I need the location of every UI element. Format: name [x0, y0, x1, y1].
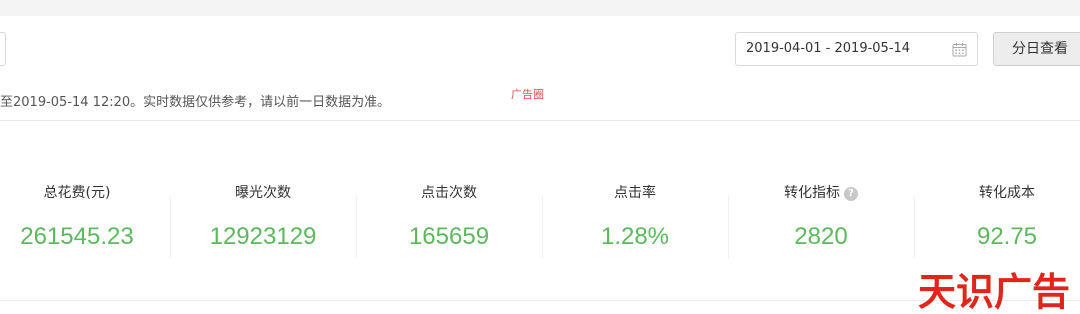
- metric-value: 165659: [408, 223, 490, 250]
- metric-label: 转化指标: [784, 185, 840, 201]
- top-strip: [0, 0, 1080, 16]
- metric-label: 点击率: [614, 185, 656, 201]
- watermark-logo: 天识广告: [918, 270, 1071, 314]
- calendar-icon[interactable]: [952, 42, 967, 57]
- metric-total-cost: 总花费(元) 261545.23: [0, 183, 170, 251]
- data-notice: 至2019-05-14 12:20。实时数据仅供参考，请以前一日数据为准。: [0, 95, 391, 110]
- metric-label: 点击次数: [421, 185, 477, 201]
- metric-conversions: 转化指标? 2820: [728, 183, 914, 251]
- metric-value: 92.75: [976, 223, 1038, 250]
- metric-label: 转化成本: [979, 185, 1035, 201]
- date-range-value: 2019-04-01 - 2019-05-14: [746, 41, 911, 56]
- filter-input[interactable]: [0, 32, 6, 66]
- metric-conversion-cost: 转化成本 92.75: [914, 183, 1080, 251]
- daily-view-button[interactable]: 分日查看: [993, 32, 1080, 66]
- metric-value: 2820: [794, 223, 848, 250]
- question-icon[interactable]: ?: [844, 187, 858, 201]
- metric-clicks: 点击次数 165659: [356, 183, 542, 251]
- metric-label: 总花费(元): [43, 185, 111, 201]
- divider: [0, 120, 1080, 121]
- date-range-picker[interactable]: 2019-04-01 - 2019-05-14: [735, 32, 978, 66]
- metric-impressions: 曝光次数 12923129: [170, 183, 356, 251]
- metric-value: 1.28%: [600, 223, 670, 250]
- metric-ctr: 点击率 1.28%: [542, 183, 728, 251]
- metric-value: 12923129: [209, 223, 317, 250]
- metric-value: 261545.23: [20, 223, 134, 250]
- ad-mark-label: 广告圈: [511, 88, 544, 101]
- metric-label: 曝光次数: [235, 185, 291, 201]
